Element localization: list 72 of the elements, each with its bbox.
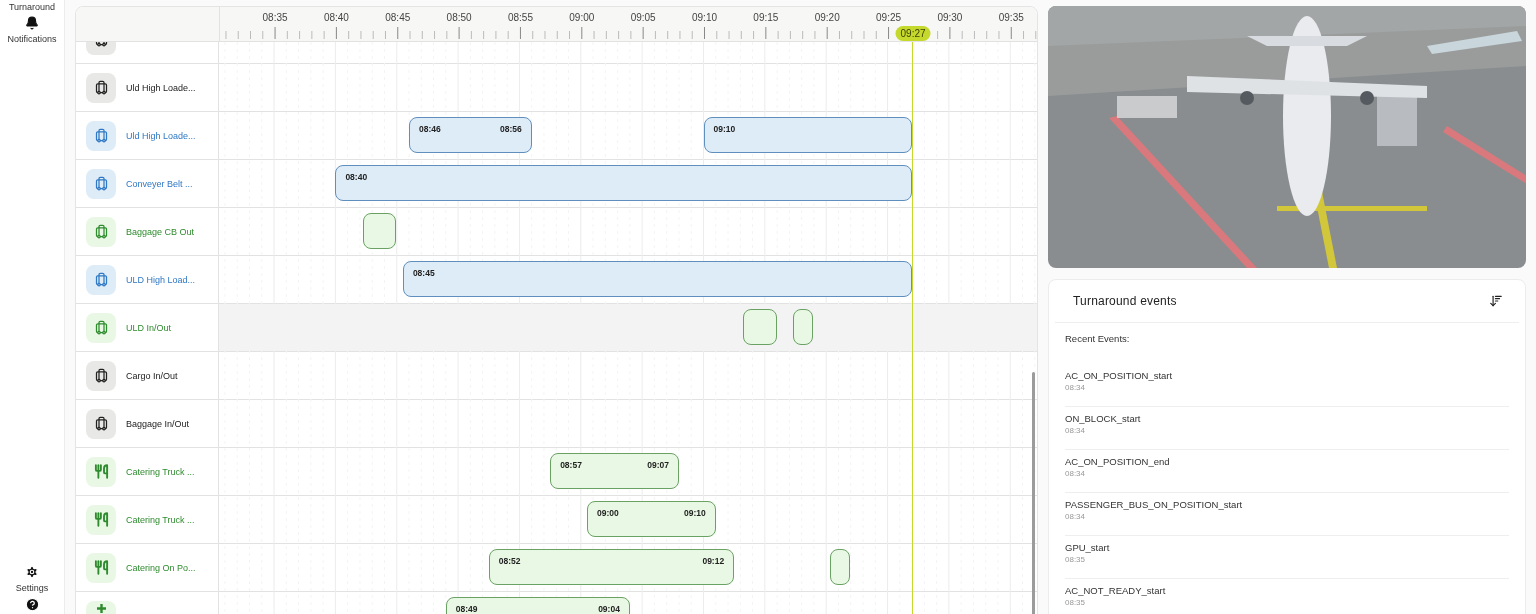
start-time: 08:52 (498, 556, 521, 568)
time-tick-label: 08:40 (323, 12, 349, 23)
time-tick-label: 08:55 (507, 12, 533, 23)
resource-label: Cargo In/Out (126, 370, 178, 381)
time-tick-label: 09:35 (998, 12, 1024, 23)
settings-icon[interactable] (25, 565, 39, 579)
end-time: 09:12 (702, 556, 725, 568)
activity-bar[interactable]: 08:49 09:04 (445, 597, 630, 614)
event-name: ON_BLOCK_start (1065, 413, 1142, 424)
time-tick-label: 08:50 (446, 12, 472, 23)
activity-bar[interactable] (829, 549, 850, 585)
start-time: 08:49 (455, 604, 478, 614)
resource-label: Uld High Loade... (126, 130, 196, 141)
section-label: Recent Events: (1065, 333, 1131, 344)
activity-bar[interactable]: 09:10 (703, 117, 913, 153)
resource-label: Catering On Po... (126, 562, 196, 573)
time-tick-label: 08:35 (262, 12, 288, 23)
end-time: 09:07 (647, 460, 669, 472)
event-time: 08:34 (1065, 469, 1087, 478)
time-tick-label: 09:15 (753, 12, 779, 23)
time-tick-label: 09:10 (692, 12, 717, 23)
event-name: AC_ON_POSITION_start (1065, 370, 1174, 381)
current-time-badge: 09:27 (895, 26, 931, 41)
resource-label: Baggage CB Out (126, 226, 195, 237)
event-time: 08:35 (1065, 598, 1087, 607)
activity-bar[interactable] (742, 309, 778, 345)
end-time: 09:04 (598, 604, 620, 614)
start-time: 09:00 (596, 508, 619, 520)
activity-bar[interactable] (363, 213, 396, 249)
event-time: 08:34 (1065, 426, 1087, 435)
resource-label: Catering Truck ... (126, 514, 195, 525)
activity-bar[interactable]: 08:40 (335, 165, 913, 201)
help-icon[interactable] (24, 597, 40, 612)
event-time: 08:35 (1065, 555, 1087, 564)
time-tick-label: 09:20 (814, 12, 840, 23)
event-name: AC_NOT_READY_start (1065, 585, 1167, 596)
resource-label: ULD High Load... (126, 274, 196, 285)
start-time: 08:45 (412, 268, 435, 280)
activity-bar[interactable]: 08:45 (402, 261, 913, 297)
event-name: PASSENGER_BUS_ON_POSITION_start (1065, 499, 1244, 510)
activity-bar[interactable]: 09:00 09:10 (586, 501, 716, 537)
sidebar-label[interactable]: Notifications (7, 34, 57, 44)
activity-bar[interactable] (793, 309, 814, 345)
time-tick-label: 09:00 (569, 12, 595, 23)
event-time: 08:34 (1065, 512, 1087, 521)
start-time: 08:40 (345, 172, 368, 184)
resource-label: Uld High Loade... (126, 82, 196, 93)
sidebar-label[interactable]: Settings (15, 583, 49, 593)
activity-bar[interactable]: 08:52 09:12 (488, 549, 735, 585)
activity-bar[interactable]: 08:46 08:56 (409, 117, 532, 153)
resource-label: Conveyer Belt ... (126, 178, 193, 189)
bell-icon[interactable] (25, 16, 39, 30)
resource-label: Baggage In/Out (126, 418, 190, 429)
scrollbar-thumb[interactable] (1032, 372, 1035, 614)
end-time: 09:10 (684, 508, 706, 520)
sidebar-label[interactable]: Turnaround (8, 2, 56, 12)
time-tick-label: 08:45 (385, 12, 411, 23)
activity-bar[interactable]: 08:57 09:07 (550, 453, 679, 489)
sort-icon[interactable] (1489, 294, 1503, 308)
resource-label: ULD In/Out (126, 322, 172, 333)
event-time: 08:34 (1065, 383, 1087, 392)
time-tick-label: 09:05 (630, 12, 656, 23)
start-time: 08:46 (419, 124, 441, 136)
event-name: AC_ON_POSITION_end (1065, 456, 1171, 467)
time-tick-label: 09:25 (876, 12, 902, 23)
start-time: 08:57 (560, 460, 582, 472)
time-tick-label: 09:30 (937, 12, 963, 23)
event-name: GPU_start (1065, 542, 1111, 553)
resource-label: Catering Truck ... (126, 466, 195, 477)
end-time: 08:56 (499, 124, 522, 136)
panel-title: Turnaround events (1073, 294, 1177, 308)
start-time: 09:10 (713, 124, 736, 136)
